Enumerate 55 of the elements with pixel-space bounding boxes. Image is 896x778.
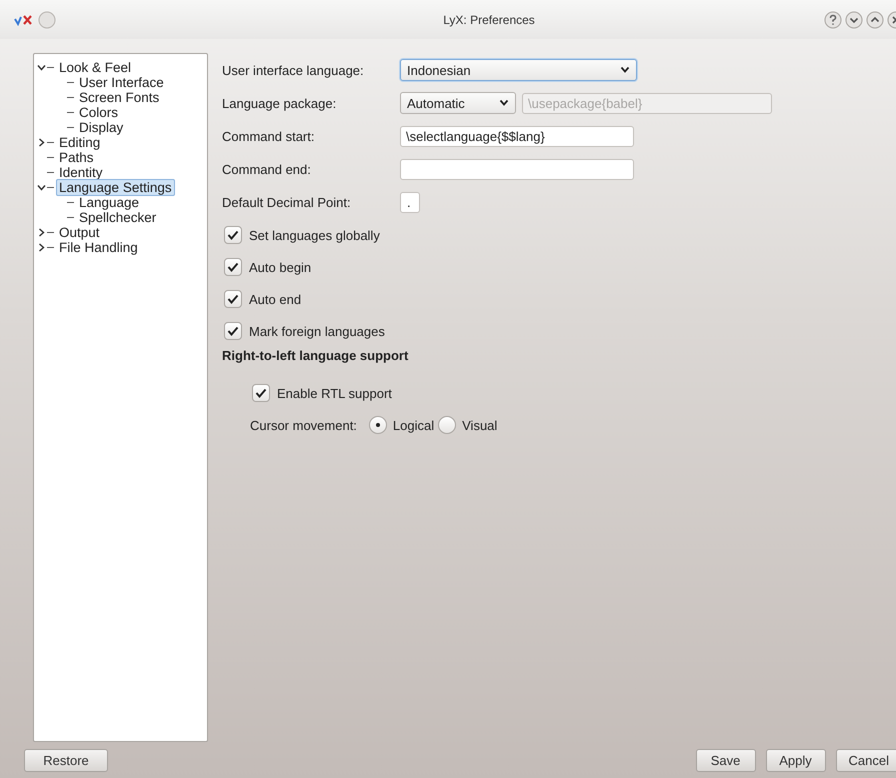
checkmark-icon [227, 326, 239, 336]
checkmark-icon [255, 388, 267, 398]
tree-item[interactable]: Output [56, 224, 103, 242]
tree-item[interactable]: Language Settings [56, 179, 175, 196]
checkbox-label: Enable RTL support [277, 386, 392, 401]
text-field[interactable]: . [400, 192, 420, 213]
tree-item[interactable]: Screen Fonts [76, 89, 162, 106]
checkbox[interactable] [224, 290, 242, 308]
radio-button[interactable] [438, 416, 456, 434]
tree-item[interactable]: User Interface [76, 74, 167, 92]
checkmark-icon [227, 262, 239, 272]
caret-icon [499, 99, 509, 108]
dialog-button[interactable]: Apply [766, 748, 826, 772]
dropdown[interactable]: Indonesian [400, 59, 637, 82]
checkbox[interactable] [252, 384, 270, 402]
dialog-button[interactable]: Restore [24, 748, 108, 772]
field-label: Cursor movement: [250, 418, 357, 433]
dropdown[interactable]: Automatic [400, 92, 516, 114]
checkmark-icon [227, 230, 239, 240]
checkbox[interactable] [224, 226, 242, 244]
field-label: User interface language: [222, 62, 365, 78]
dialog-button[interactable]: Save [696, 748, 756, 772]
radio-button[interactable] [368, 416, 387, 434]
checkbox-label: Set languages globally [249, 228, 380, 243]
help-icon[interactable] [824, 10, 842, 29]
minimize-icon[interactable] [845, 10, 863, 29]
field-label: Default Decimal Point: [222, 194, 352, 210]
caret-icon [620, 66, 630, 74]
tree-item[interactable]: Spellchecker [76, 209, 160, 226]
window-title: LyX: Preferences [442, 12, 536, 27]
radio-label: Logical [392, 418, 434, 433]
tree-item[interactable]: Editing [56, 134, 104, 152]
field-label: Language package: [222, 96, 338, 111]
tree-item[interactable]: Display [76, 119, 126, 136]
dialog-button[interactable]: Cancel [836, 748, 896, 772]
checkbox-label: Auto end [249, 292, 302, 307]
tree-item[interactable]: Language [76, 194, 142, 212]
checkbox[interactable] [224, 322, 242, 340]
checkmark-icon [227, 294, 239, 304]
field-label: Command start: [222, 128, 316, 144]
tree-item[interactable]: Identity [56, 164, 106, 182]
radio-label: Visual [462, 418, 498, 433]
section-heading: Right-to-left language support [222, 348, 410, 364]
field-label: Command end: [222, 162, 312, 177]
tree-item[interactable]: Look & Feel [56, 59, 134, 76]
tree-item[interactable]: Colors [76, 104, 122, 122]
tree-item[interactable]: Paths [56, 149, 97, 166]
checkbox-label: Auto begin [249, 260, 312, 275]
maximize-icon[interactable] [866, 10, 884, 29]
app-logo-icon [14, 14, 32, 26]
checkbox[interactable] [224, 258, 242, 276]
tree-item[interactable]: File Handling [56, 239, 141, 256]
checkbox-label: Mark foreign languages [249, 324, 385, 339]
text-field[interactable]: \selectlanguage{$$lang} [400, 126, 634, 147]
text-field[interactable] [400, 158, 634, 180]
